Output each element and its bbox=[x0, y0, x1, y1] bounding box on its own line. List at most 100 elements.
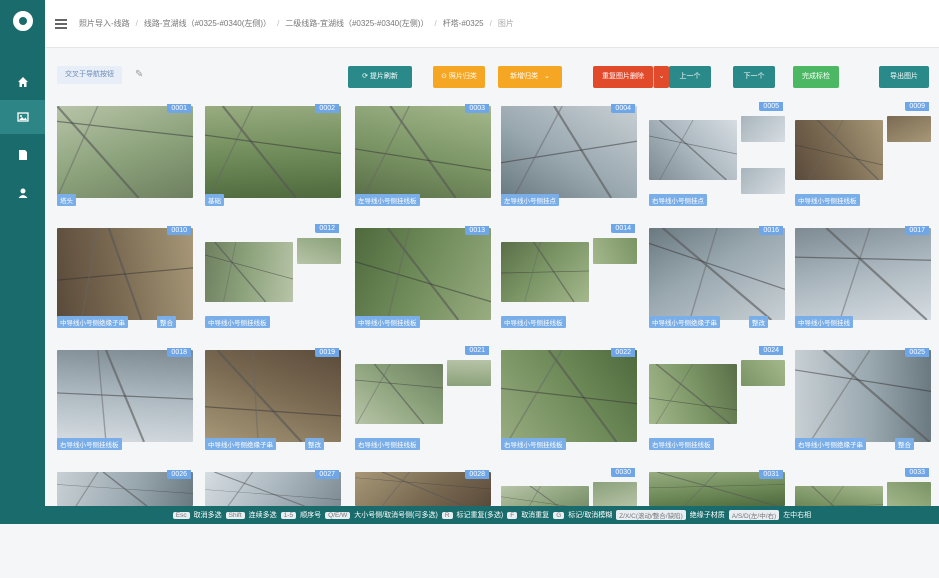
photo-number: 0014 bbox=[611, 224, 635, 233]
photo-thumbnail[interactable] bbox=[501, 350, 637, 442]
photo-number: 0027 bbox=[315, 470, 339, 479]
breadcrumb: 照片导入-线路 / 线路-宜湖线（#0325-#0340(左侧)） / 二级线路… bbox=[79, 18, 514, 29]
photo-thumbnail[interactable] bbox=[355, 106, 491, 198]
photo-thumbnail[interactable] bbox=[57, 350, 193, 442]
photo-thumbnail[interactable] bbox=[57, 228, 193, 320]
photo-card[interactable]: 0022右导线小号侧挂线板 bbox=[499, 346, 639, 456]
photo-thumbnail[interactable] bbox=[741, 360, 785, 386]
delete-duplicates-button[interactable]: 重复图片删除 bbox=[593, 66, 653, 88]
photo-thumbnail[interactable] bbox=[649, 364, 737, 424]
photo-thumbnail[interactable] bbox=[649, 120, 737, 180]
shortcut-label: 大小号侧/取消号侧(可多选) bbox=[354, 510, 438, 520]
photo-thumbnail[interactable] bbox=[447, 360, 491, 386]
photo-card[interactable]: 0021右导线小号侧挂线板 bbox=[353, 346, 493, 456]
photo-tag: 右导线小号侧挂线板 bbox=[501, 438, 566, 450]
breadcrumb-current: 图片 bbox=[498, 18, 514, 29]
photo-thumbnail[interactable] bbox=[355, 228, 491, 320]
photo-tag: 中导线小号侧绝缘子串 bbox=[205, 438, 276, 450]
photo-thumbnail[interactable] bbox=[795, 350, 931, 442]
photo-thumbnail[interactable] bbox=[887, 482, 931, 508]
photo-number: 0013 bbox=[465, 226, 489, 235]
document-icon[interactable] bbox=[0, 138, 45, 172]
photo-number: 0030 bbox=[611, 468, 635, 477]
photo-thumbnail[interactable] bbox=[205, 350, 341, 442]
photo-number: 0018 bbox=[167, 348, 191, 357]
menu-icon[interactable] bbox=[55, 19, 67, 29]
photo-tag: 右导线小号侧绝缘子串 bbox=[795, 438, 866, 450]
photo-card[interactable]: 0018右导线小号侧挂线板 bbox=[55, 346, 195, 456]
photo-thumbnail[interactable] bbox=[593, 238, 637, 264]
breadcrumb-item[interactable]: 杆塔-#0325 bbox=[443, 18, 484, 29]
photo-number: 0005 bbox=[759, 102, 783, 111]
photo-thumbnail[interactable] bbox=[297, 238, 341, 264]
export-button[interactable]: 导出图片 bbox=[879, 66, 929, 88]
edit-icon[interactable]: ✎ bbox=[135, 69, 143, 80]
shortcut-label: 连续多选 bbox=[249, 510, 277, 520]
user-icon[interactable] bbox=[0, 176, 45, 210]
shortcut-key: Esc bbox=[173, 512, 190, 519]
shortcut-key: 1-5 bbox=[281, 512, 296, 519]
photo-card[interactable]: 0024右导线小号侧挂线板 bbox=[647, 346, 787, 456]
shortcut-label: 绝缘子材质 bbox=[690, 510, 725, 520]
logo bbox=[10, 8, 36, 34]
photo-thumbnail[interactable] bbox=[501, 242, 589, 302]
photo-card[interactable]: 0016 中导线小号侧绝缘子串 整改 bbox=[647, 224, 787, 334]
photo-tag: 中导线小号侧挂线板 bbox=[205, 316, 270, 328]
breadcrumb-item[interactable]: 照片导入-线路 bbox=[79, 18, 130, 29]
photo-card[interactable]: 0001塔头 bbox=[55, 102, 195, 212]
photo-number: 0004 bbox=[611, 104, 635, 113]
photo-thumbnail[interactable] bbox=[795, 120, 883, 180]
photo-thumbnail[interactable] bbox=[355, 364, 443, 424]
photo-card[interactable]: 0019中导线小号侧绝缘子串整改 bbox=[203, 346, 343, 456]
photo-tag: 塔头 bbox=[57, 194, 76, 206]
photo-thumbnail[interactable] bbox=[741, 168, 785, 194]
photo-card[interactable]: 0002基础 bbox=[203, 102, 343, 212]
photo-card[interactable]: 0013 中导线小号侧挂线板 bbox=[353, 224, 493, 334]
photo-number: 0025 bbox=[905, 348, 929, 357]
photo-thumbnail[interactable] bbox=[649, 228, 785, 320]
image-icon[interactable] bbox=[0, 100, 45, 134]
photo-number: 0003 bbox=[465, 104, 489, 113]
photo-tag: 中导线小号侧绝缘子串 bbox=[57, 316, 128, 328]
photo-card[interactable]: 0014中导线小号侧挂线板 bbox=[499, 224, 639, 334]
photo-card[interactable]: 0009中导线小号侧挂线板 bbox=[793, 102, 933, 212]
photo-thumbnail[interactable] bbox=[887, 116, 931, 142]
photo-number: 0002 bbox=[315, 104, 339, 113]
previous-button[interactable]: 上一个 bbox=[669, 66, 711, 88]
photo-card[interactable]: 0005右导线小号侧挂点 bbox=[647, 102, 787, 212]
photo-card[interactable]: 0025右导线小号侧绝缘子串整合 bbox=[793, 346, 933, 456]
top-bar: 照片导入-线路 / 线路-宜湖线（#0325-#0340(左侧)） / 二级线路… bbox=[45, 0, 939, 48]
photo-tag: 中导线小号侧挂线板 bbox=[355, 316, 420, 328]
photo-tag: 中导线小号侧绝缘子串 bbox=[649, 316, 720, 328]
home-icon[interactable] bbox=[0, 65, 45, 99]
photo-tag: 右导线小号侧挂线板 bbox=[355, 438, 420, 450]
photo-thumbnail[interactable] bbox=[205, 242, 293, 302]
photo-tag-secondary: 整改 bbox=[749, 316, 768, 328]
shortcut-label: 顺序号 bbox=[300, 510, 321, 520]
photo-number: 0016 bbox=[759, 226, 783, 235]
photo-thumbnail[interactable] bbox=[501, 106, 637, 198]
breadcrumb-item[interactable]: 线路-宜湖线（#0325-#0340(左侧)） bbox=[144, 18, 271, 29]
photo-number: 0010 bbox=[167, 226, 191, 235]
photo-thumbnail[interactable] bbox=[205, 106, 341, 198]
breadcrumb-item[interactable]: 二级线路-宜湖线（#0325-#0340(左侧)） bbox=[285, 18, 428, 29]
photo-card[interactable]: 0012中导线小号侧挂线板 bbox=[203, 224, 343, 334]
photo-number: 0017 bbox=[905, 226, 929, 235]
chevron-down-icon: ⌄ bbox=[544, 73, 550, 80]
classify-button[interactable]: ⊙ 照片归类 bbox=[433, 66, 485, 88]
photo-card[interactable]: 0010中导线小号侧绝缘子串整合 bbox=[55, 224, 195, 334]
photo-card[interactable]: 0017中导线小号侧挂线 bbox=[793, 224, 933, 334]
add-category-button[interactable]: 新增归类⌄ bbox=[498, 66, 562, 88]
refresh-button[interactable]: ⟳ 提片刷新 bbox=[348, 66, 412, 88]
photo-thumbnail[interactable] bbox=[741, 116, 785, 142]
photo-thumbnail[interactable] bbox=[57, 106, 193, 198]
photo-card[interactable]: 0003左导线小号侧挂线板 bbox=[353, 102, 493, 212]
chevron-down-icon[interactable]: ⌄ bbox=[653, 66, 669, 88]
complete-button[interactable]: 完成标检 bbox=[793, 66, 839, 88]
next-button[interactable]: 下一个 bbox=[733, 66, 775, 88]
shortcut-label: 标记/取消模糊 bbox=[568, 510, 612, 520]
photo-thumbnail[interactable] bbox=[795, 228, 931, 320]
photo-card[interactable]: 0004左导线小号侧挂点 bbox=[499, 102, 639, 212]
select-all-toggle[interactable]: 交叉于导航按钮 bbox=[57, 66, 122, 84]
photo-thumbnail[interactable] bbox=[593, 482, 637, 508]
